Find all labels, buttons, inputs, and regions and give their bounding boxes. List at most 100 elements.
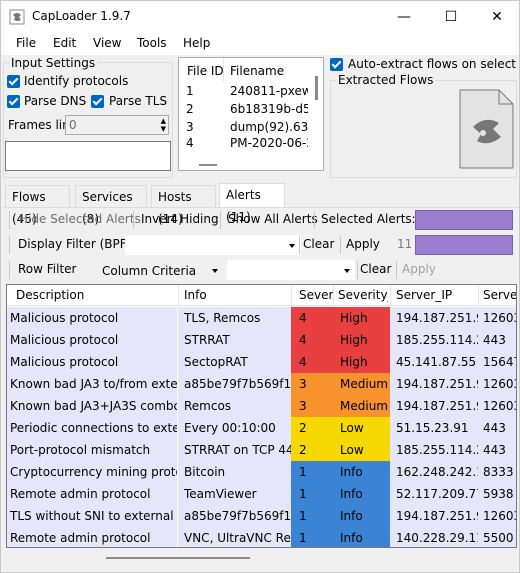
input-drop-area[interactable] — [5, 141, 171, 171]
file-id-cell[interactable]: 4 — [186, 136, 194, 150]
server-ip-cell[interactable]: 194.187.251.91 — [390, 373, 478, 395]
filename-cell[interactable]: 240811-pxewlstg — [230, 84, 308, 98]
column-header-server-ip[interactable]: Server_IP — [396, 288, 476, 302]
menu-file[interactable]: File — [16, 36, 36, 50]
table-row[interactable]: Malicious protocol SectopRAT 4 High 45.141.8… — [7, 351, 516, 373]
severity-cell[interactable]: 3 — [291, 373, 333, 395]
table-hscrollbar[interactable] — [6, 548, 517, 568]
spin-down-icon[interactable]: ▼ — [161, 125, 166, 133]
menu-help[interactable]: Help — [183, 36, 210, 50]
filter-color-swatch[interactable] — [415, 235, 513, 255]
severity-cell[interactable]: 4 — [291, 351, 333, 373]
table-row[interactable]: Remote admin protocolVNC, UltraVNC Rep..… — [7, 527, 516, 547]
info-cell[interactable]: STRRAT on TCP 443 — [178, 439, 291, 461]
filename-cell[interactable]: dump(92).63DD( — [230, 120, 308, 134]
column-header-info[interactable]: Info — [184, 288, 284, 302]
filename-header[interactable]: Filename — [230, 64, 284, 78]
info-cell[interactable]: TeamViewer — [178, 483, 291, 505]
info-cell[interactable]: a85be79f7b569f1df5... — [178, 505, 291, 527]
severity-cell[interactable]: 1 — [291, 527, 333, 547]
description-cell[interactable]: Malicious protocol — [7, 307, 177, 329]
close-button[interactable]: ✕ — [474, 1, 520, 33]
parse-dns-checkbox[interactable] — [7, 95, 20, 108]
severity-cell[interactable]: 4 — [291, 329, 333, 351]
file-id-cell[interactable]: 2 — [186, 102, 194, 116]
column-divider[interactable] — [333, 285, 334, 306]
server-ip-cell[interactable]: 185.255.114.28 — [390, 439, 478, 461]
column-header-server-port[interactable]: Server — [483, 288, 516, 302]
description-cell[interactable]: Malicious protocol — [7, 351, 177, 373]
description-cell[interactable]: Periodic connections to external ... — [7, 417, 177, 439]
pcap-file-icon[interactable] — [459, 89, 514, 169]
table-row[interactable]: TLS without SNI to external IP a85be79f7b… — [7, 505, 516, 527]
description-cell[interactable]: Port-protocol mismatch — [7, 439, 177, 461]
severity-cell[interactable]: 4 — [291, 307, 333, 329]
description-cell[interactable]: Cryptocurrency mining protocol — [7, 461, 177, 483]
description-cell[interactable]: Known bad JA3+JA3S combo to... — [7, 395, 177, 417]
menu-edit[interactable]: Edit — [53, 36, 76, 50]
column-divider[interactable] — [390, 285, 391, 306]
severity-level-cell[interactable]: Low — [333, 417, 390, 439]
severity-cell[interactable]: 2 — [291, 417, 333, 439]
menu-tools[interactable]: Tools — [137, 36, 167, 50]
filter-clear-button[interactable]: Clear — [303, 237, 334, 251]
description-cell[interactable]: Malicious protocol — [7, 329, 177, 351]
alerts-table[interactable]: Description Info Severi Severity_L Serve… — [6, 284, 517, 548]
maximize-button[interactable]: ☐ — [428, 1, 474, 33]
server-ip-cell[interactable]: 52.117.209.77 — [390, 483, 478, 505]
info-cell[interactable]: Remcos — [178, 395, 291, 417]
server-port-cell[interactable]: 12603 — [478, 395, 516, 417]
severity-cell[interactable]: 1 — [291, 483, 333, 505]
server-port-cell[interactable]: 12603 — [478, 505, 516, 527]
severity-cell[interactable]: 3 — [291, 395, 333, 417]
show-all-alerts-button[interactable]: Show All Alerts — [228, 212, 318, 226]
severity-level-cell[interactable]: High — [333, 307, 390, 329]
info-cell[interactable]: STRRAT — [178, 329, 291, 351]
tab-alerts[interactable]: Alerts (11) — [219, 183, 285, 224]
description-cell[interactable]: Remote admin protocol — [7, 527, 177, 547]
tab-services[interactable]: Services (8) — [75, 185, 147, 226]
column-criteria-select[interactable]: Column Criteria — [97, 260, 223, 280]
severity-level-cell[interactable]: Info — [333, 483, 390, 505]
server-port-cell[interactable]: 15647 — [478, 351, 516, 373]
filter-apply-button[interactable]: Apply — [346, 237, 380, 251]
table-row[interactable]: Known bad JA3+JA3S combo to...Remcos3Med… — [7, 395, 516, 417]
severity-level-cell[interactable]: Info — [333, 527, 390, 547]
table-row[interactable]: Malicious protocol TLS, Remcos 4 High 194.18… — [7, 307, 516, 329]
spin-up-icon[interactable]: ▲ — [161, 117, 166, 125]
hide-selected-alerts-button[interactable]: Hide Selected Alerts — [19, 212, 141, 226]
invert-hiding-button[interactable]: Invert Hiding — [141, 212, 219, 226]
server-ip-cell[interactable]: 185.255.114.28 — [390, 329, 478, 351]
severity-cell[interactable]: 1 — [291, 461, 333, 483]
minimize-button[interactable]: — — [381, 1, 427, 33]
files-list[interactable]: File ID Filename 1 240811-pxewlstg 2 6b1… — [178, 57, 324, 171]
table-row[interactable]: Remote admin protocol TeamViewer 1 Info 52.1… — [7, 483, 516, 505]
info-cell[interactable]: Every 00:10:00 — [178, 417, 291, 439]
chevron-down-icon[interactable] — [212, 269, 218, 273]
filename-cell[interactable]: PM-2020-06-26. — [230, 136, 308, 150]
severity-level-cell[interactable]: Low — [333, 439, 390, 461]
column-divider[interactable] — [291, 285, 292, 306]
severity-level-cell[interactable]: Info — [333, 461, 390, 483]
severity-level-cell[interactable]: Medium — [333, 373, 390, 395]
server-ip-cell[interactable]: 194.187.251.91 — [390, 395, 478, 417]
severity-level-cell[interactable]: High — [333, 329, 390, 351]
column-divider[interactable] — [178, 285, 179, 306]
table-row[interactable]: Cryptocurrency mining protocolBitcoin1In… — [7, 461, 516, 483]
severity-cell[interactable]: 2 — [291, 439, 333, 461]
server-port-cell[interactable]: 12603 — [478, 373, 516, 395]
table-row[interactable]: Known bad JA3 to/from external...a85be79… — [7, 373, 516, 395]
severity-level-cell[interactable]: Medium — [333, 395, 390, 417]
description-cell[interactable]: TLS without SNI to external IP — [7, 505, 177, 527]
tab-flows[interactable]: Flows (45) — [5, 185, 70, 226]
server-ip-cell[interactable]: 194.187.251.91 — [390, 307, 478, 329]
column-header-severity-level[interactable]: Severity_L — [338, 288, 388, 302]
identify-protocols-checkbox[interactable] — [7, 75, 20, 88]
row-filter-input[interactable] — [227, 260, 355, 280]
server-ip-cell[interactable]: 162.248.242.122 — [390, 461, 478, 483]
column-header-description[interactable]: Description — [16, 288, 176, 302]
hscroll-thumb[interactable] — [106, 557, 250, 559]
description-cell[interactable]: Known bad JA3 to/from external... — [7, 373, 177, 395]
table-row[interactable]: Malicious protocol STRRAT 4 High 185.255.114… — [7, 329, 516, 351]
description-cell[interactable]: Remote admin protocol — [7, 483, 177, 505]
